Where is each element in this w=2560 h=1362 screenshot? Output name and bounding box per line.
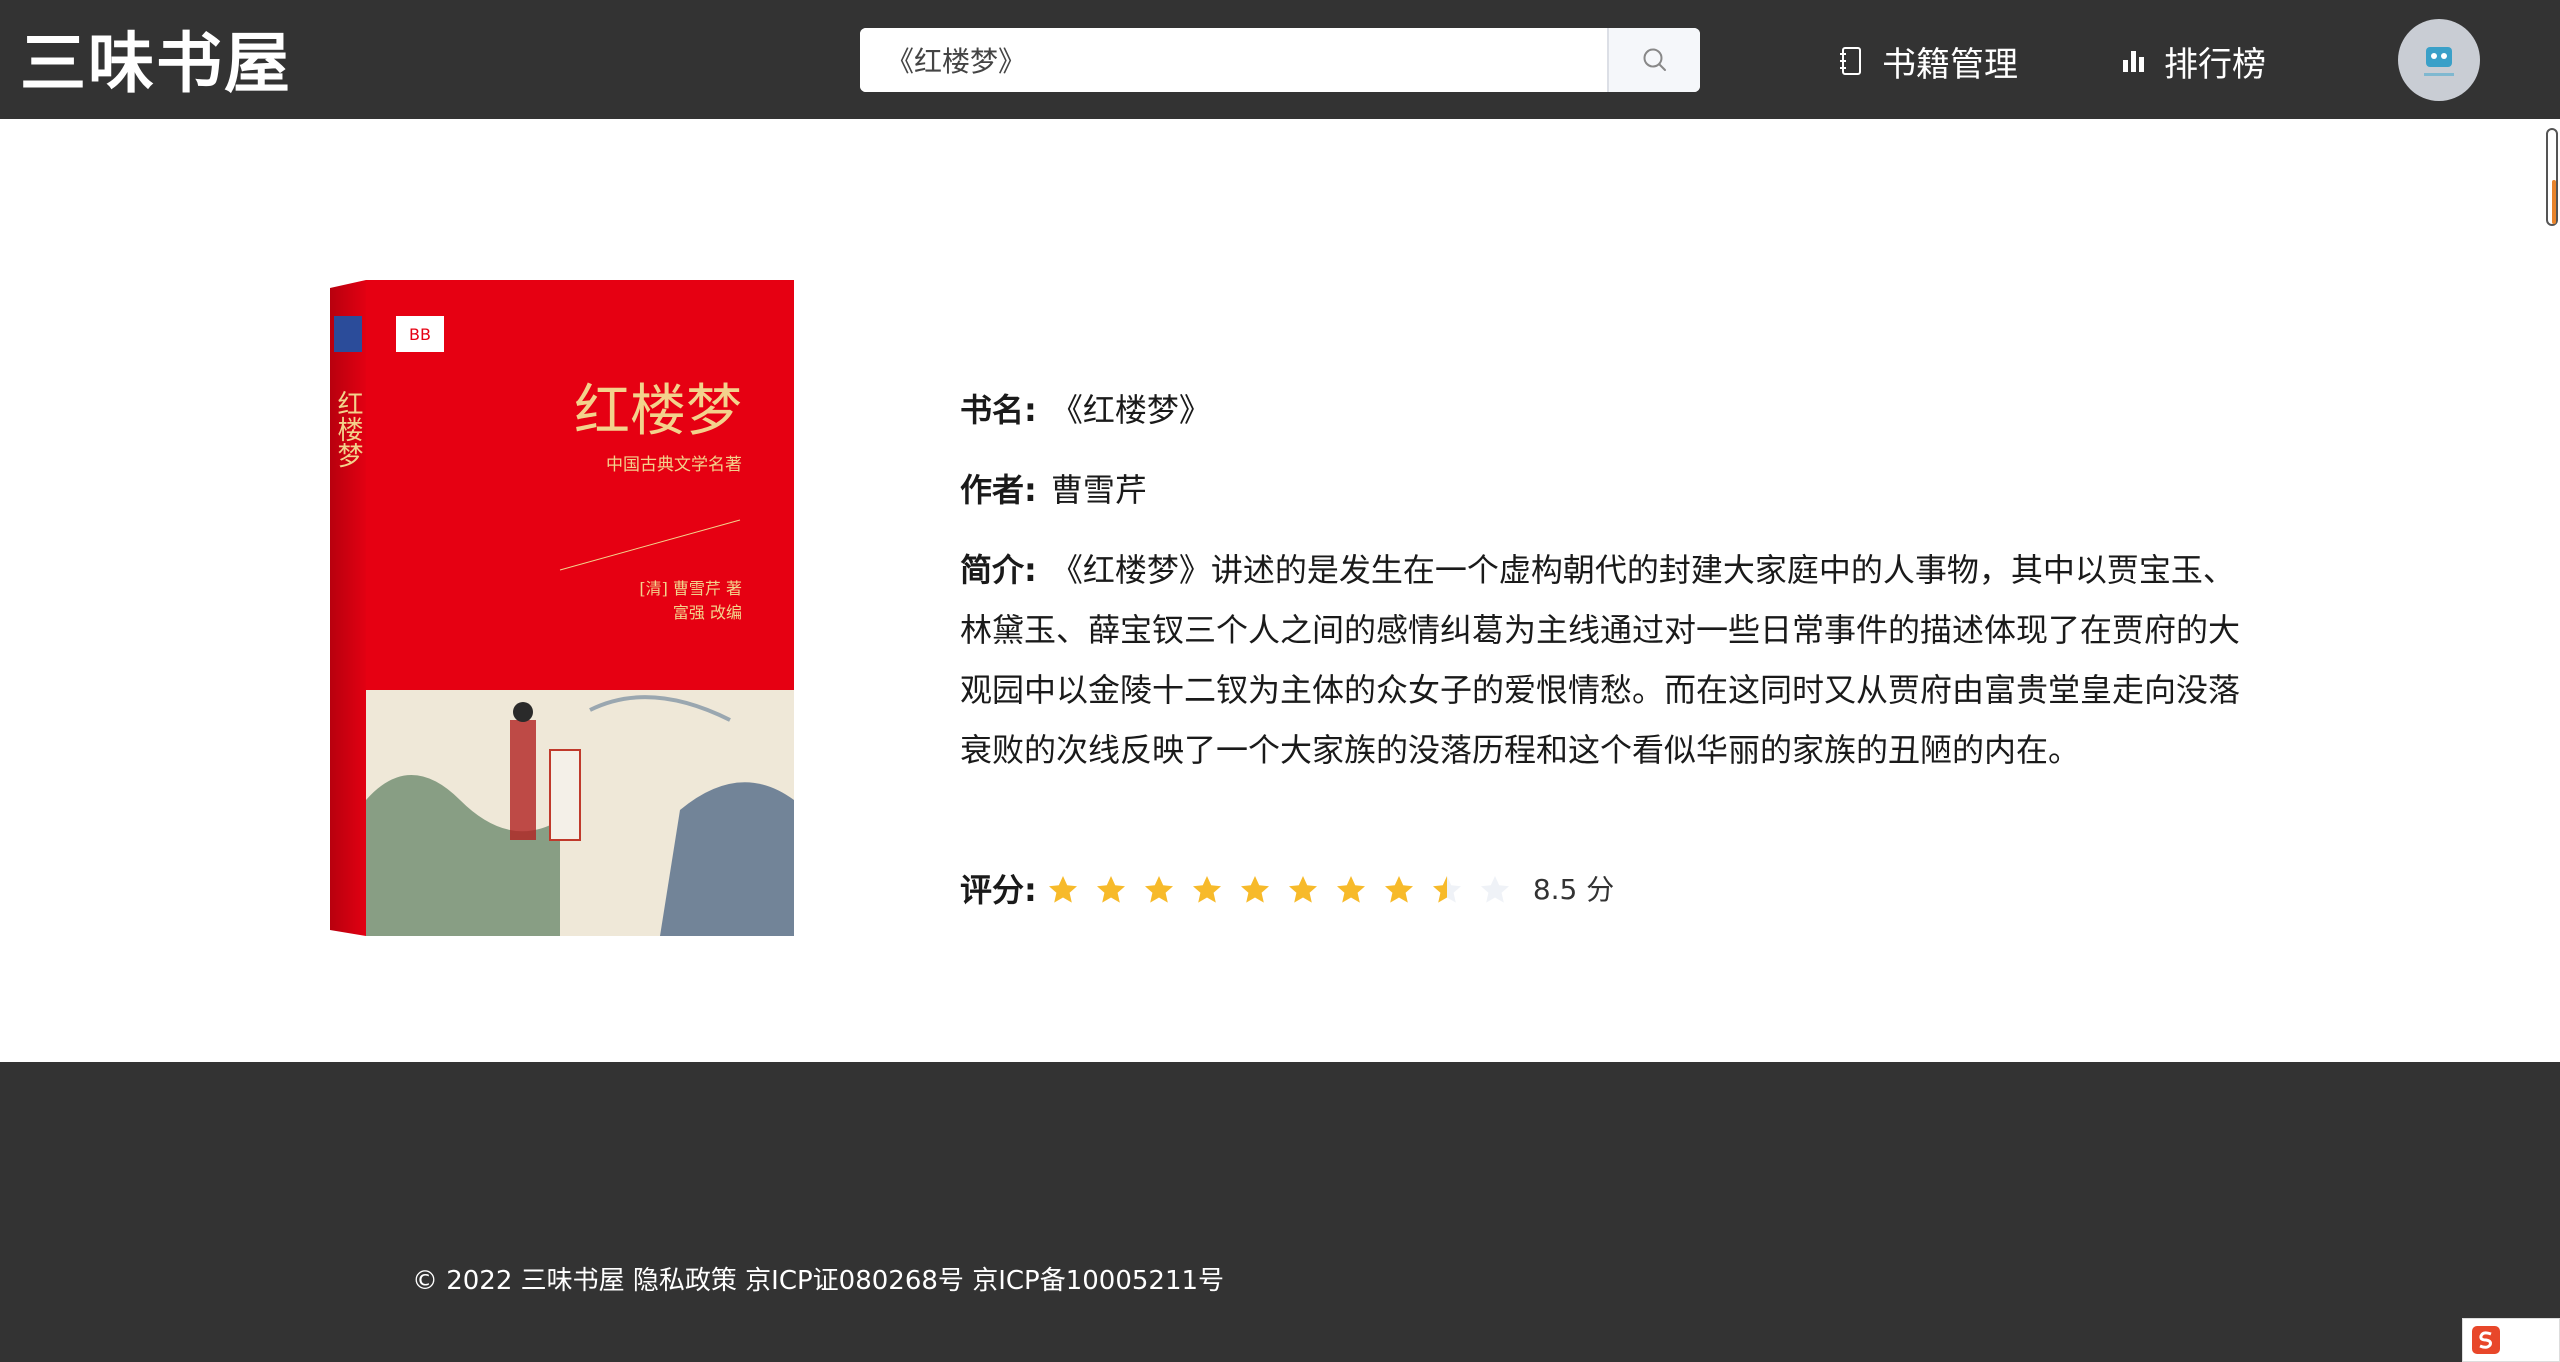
nav-book-management[interactable]: 书籍管理 <box>1838 36 2018 86</box>
top-navbar: 三味书屋 书籍管理 排行榜 <box>0 0 2560 119</box>
search-icon <box>1643 48 1666 71</box>
search-box <box>860 28 1700 92</box>
bar-chart-icon <box>2120 48 2146 74</box>
star-icon[interactable] <box>1047 874 1079 906</box>
cover-editor-line: 富强 改编 <box>673 603 742 622</box>
user-avatar-icon <box>2424 47 2454 76</box>
star-rating[interactable] <box>1047 874 1527 906</box>
cover-badge-text: BB <box>409 325 431 344</box>
star-icon[interactable] <box>1191 874 1223 906</box>
footer-copyright: © 2022 三味书屋 隐私政策 京ICP证080268号 京ICP备10005… <box>411 1266 1225 1296</box>
scrollbar-accent <box>2552 180 2556 224</box>
star-icon[interactable] <box>1095 874 1127 906</box>
book-title-label: 书名: <box>960 391 1037 429</box>
nav-book-management-label: 书籍管理 <box>1882 44 2018 85</box>
book-intro-row: 简介: 《红楼梦》讲述的是发生在一个虚构朝代的封建大家庭中的人事物，其中以贾宝玉、… <box>960 540 2250 780</box>
search-button[interactable] <box>1607 28 1700 92</box>
user-avatar[interactable] <box>2398 19 2480 101</box>
nav-ranking[interactable]: 排行榜 <box>2120 36 2266 86</box>
cover-title: 红楼梦 <box>574 379 742 444</box>
page-scrollbar[interactable] <box>2542 119 2560 1062</box>
star-icon[interactable] <box>1239 874 1271 906</box>
book-intro: 《红楼梦》讲述的是发生在一个虚构朝代的封建大家庭中的人事物，其中以贾宝玉、林黛玉… <box>960 551 2241 769</box>
footer <box>0 1062 2560 1362</box>
cover-subtitle: 中国古典文学名著 <box>606 455 742 475</box>
book-score-label: 评分: <box>960 871 1037 909</box>
book-author-row: 作者: 曹雪芹 <box>960 460 1147 520</box>
star-icon[interactable] <box>1479 874 1511 906</box>
nav-ranking-label: 排行榜 <box>2164 44 2266 85</box>
book-cover-image: BB 红楼梦 红楼梦 中国古典文学名著 [清] 曹雪芹 著 富强 改编 <box>330 280 794 936</box>
cover-author-line: [清] 曹雪芹 著 <box>639 579 742 598</box>
book-author: 曹雪芹 <box>1050 471 1147 509</box>
cover-spine-title: 红楼梦 <box>333 390 363 468</box>
search-input[interactable] <box>860 28 1607 92</box>
book-intro-label: 简介: <box>960 551 1037 589</box>
ime-indicator[interactable] <box>2462 1318 2560 1362</box>
book-author-label: 作者: <box>960 471 1037 509</box>
site-logo[interactable]: 三味书屋 <box>20 24 292 104</box>
book-score-row: 评分: 8.5 分 <box>960 860 1614 920</box>
star-icon[interactable] <box>1143 874 1175 906</box>
ime-logo-icon <box>2472 1326 2500 1354</box>
star-icon[interactable] <box>1383 874 1415 906</box>
score-text: 8.5 分 <box>1532 873 1615 906</box>
star-icon[interactable] <box>1431 874 1463 906</box>
book-title-row: 书名: 《红楼梦》 <box>960 380 1211 440</box>
book-title: 《红楼梦》 <box>1050 391 1211 429</box>
notebook-icon <box>1838 46 1864 76</box>
star-icon[interactable] <box>1335 874 1367 906</box>
star-icon[interactable] <box>1287 874 1319 906</box>
